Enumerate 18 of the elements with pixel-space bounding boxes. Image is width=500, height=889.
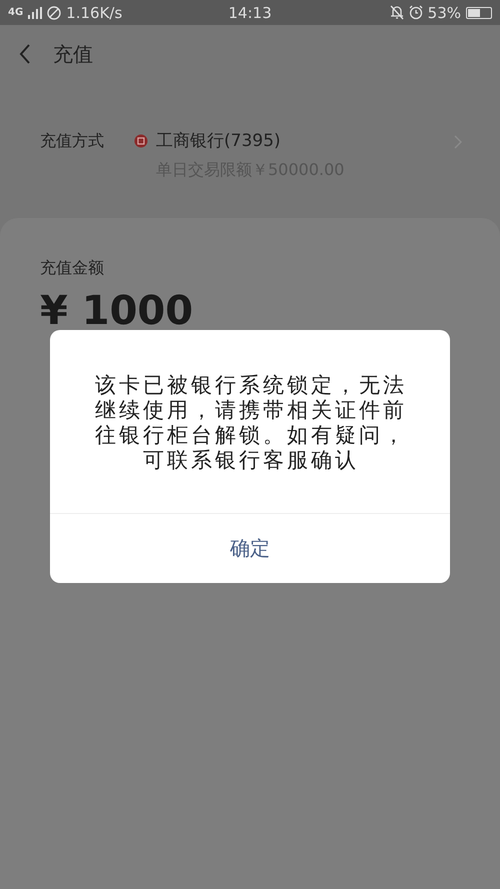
clock-time: 14:13	[228, 4, 272, 22]
bank-card-name[interactable]: 工商银行(7395)	[156, 129, 281, 152]
bank-logo-icon	[134, 134, 148, 148]
battery-percent: 53%	[428, 4, 461, 22]
amount-label: 充值金额	[40, 258, 105, 279]
no-sim-icon	[47, 6, 62, 20]
signal-icon	[28, 6, 42, 18]
confirm-button[interactable]: 确定	[50, 513, 450, 583]
page-title: 充值	[53, 40, 93, 68]
bell-muted-icon	[390, 5, 404, 20]
network-speed: 1.16K/s	[66, 4, 122, 22]
amount-value: ¥ 1000	[40, 291, 194, 331]
network-label: 4G	[8, 7, 24, 18]
back-icon[interactable]	[19, 44, 31, 64]
battery-icon	[466, 6, 492, 18]
dialog-message: 该卡已被银行系统锁定，无法继续使用，请携带相关证件前往银行柜台解锁。如有疑问，可联系银行客服确认	[94, 372, 408, 474]
payment-method-label: 充值方式	[40, 131, 105, 152]
alarm-clock-icon	[408, 5, 423, 20]
